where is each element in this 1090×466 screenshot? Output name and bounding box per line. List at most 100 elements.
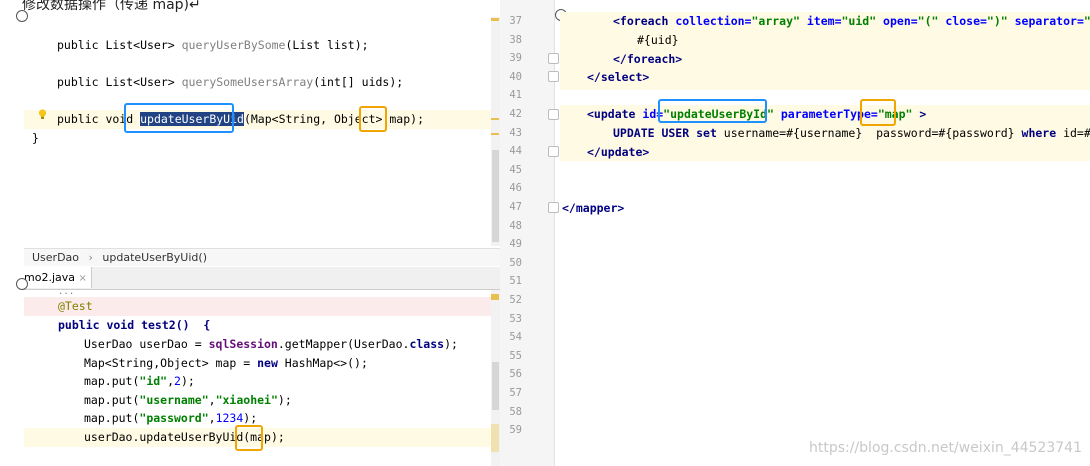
map-argument-highlight-box (235, 425, 263, 451)
sql-text: username=#{username} password=#{password… (716, 126, 1022, 140)
line-number: 46 (509, 182, 522, 195)
code-seg: UserDao userDao = (84, 337, 209, 351)
resize-handle[interactable] (16, 278, 28, 290)
line-number: 48 (509, 219, 522, 232)
attr-value: "array" (751, 14, 800, 28)
close-icon[interactable]: × (79, 273, 87, 284)
attr: collection= (675, 14, 752, 28)
sql-keyword: set (696, 126, 717, 140)
line-number: 47 (509, 201, 522, 213)
session-field: sqlSession (208, 337, 278, 351)
tag: > (912, 107, 927, 121)
line-number: 40 (509, 70, 522, 83)
fold-icon[interactable] (548, 71, 559, 82)
method-args: (List list); (285, 38, 369, 52)
attr: separator= (1007, 14, 1084, 28)
line-number: 57 (509, 387, 522, 399)
breadcrumb-item-method[interactable]: updateUserByUid() (102, 251, 207, 264)
code-seg: HashMap<>(); (277, 356, 368, 370)
line-number: 43 (509, 126, 522, 139)
attr: item= (799, 14, 842, 28)
map-put-id-line: map.put("id",2); (84, 372, 195, 391)
map-param: map (389, 112, 411, 126)
tag: <update (587, 107, 643, 121)
code-seg: ); (270, 430, 285, 444)
method-args: (int[] uids); (313, 75, 404, 89)
code-seg: map.put( (84, 374, 140, 388)
foreach-tag-line: <foreach collection="array" item="uid" o… (613, 12, 1090, 31)
line-number: 39 (509, 52, 522, 65)
map-param-highlight-box (359, 106, 387, 132)
error-stripe-marker[interactable] (491, 294, 499, 300)
attr-value: "(" (917, 14, 939, 28)
fold-icon[interactable] (548, 53, 559, 64)
error-stripe-marker[interactable] (491, 133, 499, 135)
attr: open= (876, 14, 918, 28)
fold-icon[interactable] (548, 146, 559, 157)
line-number: 42 (509, 108, 522, 120)
method-name: querySomeUsersArray (181, 75, 314, 89)
code-seg: map.put( (84, 411, 140, 425)
line-number: 51 (509, 275, 522, 288)
test-annotation: @Test (58, 299, 93, 313)
error-stripe-marker[interactable] (491, 424, 499, 452)
mapper-close-tag: </mapper> (562, 201, 625, 215)
attr-value: ")" (986, 14, 1008, 28)
map-put-password-line: map.put("password",1234); (84, 409, 257, 428)
map-put-username-line: map.put("username","xiaohei"); (84, 391, 292, 410)
attr: close= (938, 14, 987, 28)
line-number: 37 (509, 15, 522, 27)
breadcrumb-item-userdao[interactable]: UserDao (32, 251, 79, 264)
line-number: 53 (509, 312, 522, 325)
select-close-tag: </select> (587, 70, 650, 84)
document-title: 修改数据操作（传递 map)↵ (22, 0, 201, 13)
decl-text: public void test2() { (58, 318, 211, 332)
lightbulb-icon[interactable] (38, 109, 47, 120)
uid-expression: #{uid} (637, 33, 679, 47)
line-number: 55 (509, 349, 522, 362)
closing-brace: } (32, 131, 39, 145)
get-mapper-line: UserDao userDao = sqlSession.getMapper(U… (84, 335, 458, 354)
tab-demo2-java[interactable]: mo2.java × (22, 267, 92, 288)
query-some-users-array-line: public List<User> querySomeUsersArray(in… (57, 73, 403, 92)
update-close-tag: </update> (587, 145, 650, 159)
scrollbar-thumb[interactable] (492, 150, 499, 242)
breadcrumb-separator: › (88, 251, 93, 264)
code-seg: .getMapper(UserDao. (277, 337, 410, 351)
tag: <foreach (613, 14, 676, 28)
return-type: public List<User> (57, 38, 182, 52)
watermark: https://blog.csdn.net/weixin_44523741 (808, 440, 1082, 456)
fold-icon[interactable] (548, 109, 559, 120)
decl-suffix: ); (410, 112, 424, 126)
line-number: 50 (509, 256, 522, 269)
scrollbar-thumb[interactable] (492, 362, 499, 410)
method-name-highlight-box (124, 103, 234, 133)
line-number: 49 (509, 238, 522, 251)
update-sql-line: UPDATE USER set username=#{username} pas… (613, 124, 1090, 143)
sql-keyword: where (1021, 126, 1057, 140)
string-literal: "username" (139, 393, 209, 407)
code-seg: map.put( (84, 393, 140, 407)
class-keyword: class (409, 337, 445, 351)
code-seg: ); (277, 393, 292, 407)
code-seg: , (208, 393, 216, 407)
sql-text: id=#{id} (1063, 126, 1090, 140)
test-method-decl: public void test2() { (58, 316, 210, 335)
query-user-by-some-line: public List<User> queryUserBySome(List l… (57, 36, 369, 55)
new-hashmap-line: Map<String,Object> map = new HashMap<>()… (84, 354, 368, 373)
fold-icon[interactable] (548, 202, 559, 213)
string-literal: "password" (139, 411, 209, 425)
editor-tab-bar: mo2.java × (22, 267, 500, 290)
error-stripe-marker[interactable] (491, 18, 499, 21)
foreach-close-tag: </foreach> (613, 52, 683, 66)
error-stripe-marker[interactable] (491, 118, 499, 120)
code-seg: , (208, 411, 216, 425)
line-number: 52 (509, 294, 522, 306)
line-number: 54 (509, 331, 522, 344)
resize-handle[interactable] (16, 10, 28, 22)
breadcrumb: UserDao › updateUserByUid() (24, 248, 500, 266)
userdao-editor[interactable]: public List<User> queryUserBySome(List l… (24, 17, 501, 246)
code-seg: , (167, 374, 175, 388)
update-id-highlight-box (658, 99, 767, 123)
line-number: 41 (509, 89, 522, 102)
